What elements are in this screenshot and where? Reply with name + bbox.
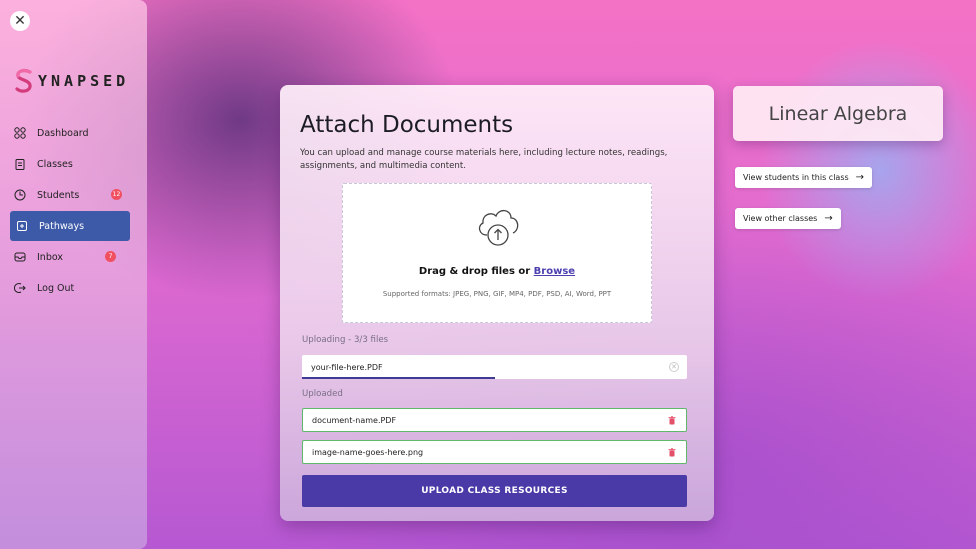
arrow-right-icon: → — [855, 172, 865, 183]
arrow-right-icon: → — [824, 213, 833, 224]
sidebar-item-classes[interactable]: Classes — [10, 149, 130, 179]
file-dropzone[interactable]: Drag & drop files or Browse Supported fo… — [342, 183, 652, 323]
sidebar-nav: Dashboard Classes Students 12 Pathways I… — [10, 118, 130, 304]
uploaded-label: Uploaded — [302, 389, 343, 399]
uploaded-file-row: document-name.PDF — [302, 408, 687, 432]
page-title: Attach Documents — [300, 112, 514, 138]
upload-class-resources-button[interactable]: UPLOAD CLASS RESOURCES — [302, 475, 687, 507]
dropzone-title: Drag & drop files or Browse — [343, 266, 651, 277]
clock-icon — [14, 189, 26, 201]
sidebar-item-log-out[interactable]: Log Out — [10, 273, 130, 303]
sidebar-item-pathways[interactable]: Pathways — [10, 211, 130, 241]
sidebar-item-label: Inbox — [37, 251, 63, 263]
sidebar: ✕ YNAPSED Dashboard Classes Students 12 — [0, 0, 147, 549]
view-classes-label: View other classes — [743, 214, 818, 223]
browse-link[interactable]: Browse — [534, 266, 575, 277]
uploading-file-row: your-file-here.PDF ✕ — [302, 355, 687, 379]
sidebar-item-label: Dashboard — [37, 127, 89, 139]
view-students-button[interactable]: View students in this class → — [735, 167, 873, 188]
sidebar-item-dashboard[interactable]: Dashboard — [10, 118, 130, 148]
supported-formats: Supported formats: JPEG, PNG, GIF, MP4, … — [382, 290, 612, 298]
uploading-file-name: your-file-here.PDF — [311, 362, 383, 372]
class-title: Linear Algebra — [733, 86, 943, 141]
view-students-label: View students in this class — [743, 173, 849, 182]
trash-icon[interactable] — [668, 448, 676, 457]
uploaded-file-row: image-name-goes-here.png — [302, 440, 687, 464]
grid-icon — [14, 127, 26, 139]
close-icon: ✕ — [14, 13, 26, 29]
clipboard-icon — [14, 158, 26, 170]
attach-documents-card: Attach Documents You can upload and mana… — [280, 85, 714, 521]
logout-icon — [14, 282, 26, 294]
cloud-upload-icon — [478, 209, 519, 246]
synapsed-logo-icon — [15, 69, 32, 93]
sidebar-item-inbox[interactable]: Inbox 7 — [10, 242, 130, 272]
close-button[interactable]: ✕ — [10, 11, 30, 31]
trash-icon[interactable] — [668, 416, 676, 425]
uploaded-file-name: image-name-goes-here.png — [312, 447, 424, 457]
page-description: You can upload and manage course materia… — [300, 148, 668, 171]
uploading-label: Uploading - 3/3 files — [302, 335, 389, 345]
add-box-icon — [16, 220, 28, 232]
students-badge: 12 — [111, 189, 122, 200]
inbox-badge: 7 — [105, 251, 116, 262]
logo-text: YNAPSED — [38, 72, 130, 90]
cancel-upload-icon[interactable]: ✕ — [669, 362, 679, 372]
view-other-classes-button[interactable]: View other classes → — [735, 208, 841, 229]
upload-progress-bar — [302, 377, 495, 379]
sidebar-item-label: Log Out — [37, 282, 75, 294]
dropzone-prompt: Drag & drop files or — [418, 266, 534, 277]
uploaded-file-name: document-name.PDF — [312, 415, 397, 425]
sidebar-item-label: Students — [37, 189, 80, 201]
inbox-icon — [14, 251, 26, 263]
sidebar-item-students[interactable]: Students 12 — [10, 180, 130, 210]
logo: YNAPSED — [14, 68, 129, 94]
sidebar-item-label: Classes — [37, 158, 73, 170]
sidebar-item-label: Pathways — [39, 220, 85, 232]
